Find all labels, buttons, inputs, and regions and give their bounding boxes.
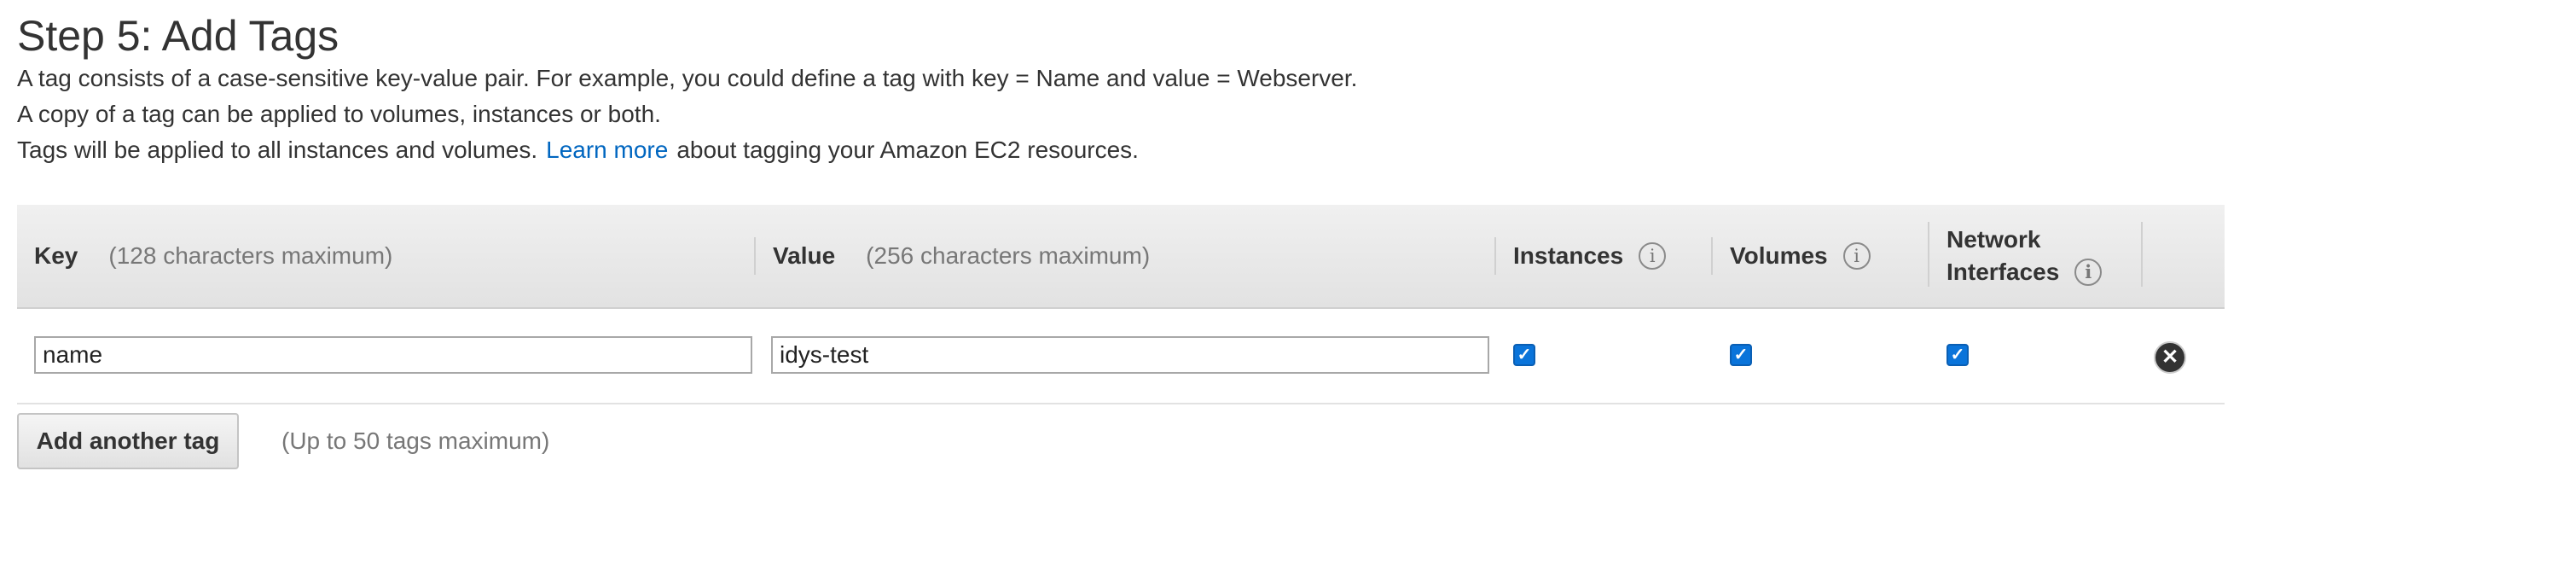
instances-header-label: Instances — [1513, 242, 1624, 269]
instances-checkbox[interactable]: ✓ — [1513, 344, 1535, 366]
check-icon: ✓ — [1950, 346, 1965, 364]
tag-limit-hint: (Up to 50 tags maximum) — [281, 428, 550, 454]
value-header-label: Value — [773, 242, 836, 269]
network-header-line-1: Network — [1947, 226, 2041, 253]
description-line-3: Tags will be applied to all instances an… — [17, 135, 1139, 166]
value-header-hint: (256 characters maximum) — [866, 242, 1151, 269]
header-divider — [754, 237, 756, 275]
description-line-2: A copy of a tag can be applied to volume… — [17, 101, 661, 127]
description-line-3-start: Tags will be applied to all instances an… — [17, 137, 538, 163]
network-header-line-2: Interfaces i — [1947, 256, 2103, 288]
key-column-header: Key (128 characters maximum) — [34, 205, 392, 307]
network-interfaces-column-header: Network Interfaces i — [1947, 205, 2103, 307]
tag-value-input[interactable] — [771, 336, 1489, 374]
volumes-checkbox[interactable]: ✓ — [1730, 344, 1752, 366]
info-icon[interactable]: i — [2074, 259, 2103, 286]
volumes-header-label: Volumes — [1730, 242, 1828, 269]
description-line-3-end: about tagging your Amazon EC2 resources. — [676, 137, 1139, 163]
value-column-header: Value (256 characters maximum) — [773, 205, 1150, 307]
header-divider — [1711, 237, 1713, 275]
header-divider — [1494, 237, 1496, 275]
network-interfaces-checkbox[interactable]: ✓ — [1947, 344, 1969, 366]
key-header-label: Key — [34, 242, 78, 269]
add-another-tag-button[interactable]: Add another tag — [17, 413, 239, 469]
table-row: ✓ ✓ ✓ ✕ — [17, 309, 2225, 404]
instances-column-header: Instances i — [1513, 205, 1667, 307]
add-tags-page: Step 5: Add Tags A tag consists of a cas… — [0, 0, 2576, 570]
volumes-column-header: Volumes i — [1730, 205, 1871, 307]
header-divider — [2141, 222, 2143, 287]
network-header-line-2-text: Interfaces — [1947, 259, 2060, 285]
page-title: Step 5: Add Tags — [17, 12, 339, 60]
tags-table: Key (128 characters maximum) Value (256 … — [17, 205, 2225, 404]
learn-more-link[interactable]: Learn more — [546, 137, 668, 163]
network-interfaces-header-label: Network Interfaces i — [1947, 224, 2103, 288]
header-divider — [1928, 222, 1929, 287]
remove-tag-button[interactable]: ✕ — [2154, 341, 2186, 374]
close-circle-icon: ✕ — [2161, 346, 2179, 369]
check-icon: ✓ — [1517, 346, 1532, 364]
info-icon[interactable]: i — [1842, 242, 1871, 270]
key-header-hint: (128 characters maximum) — [108, 242, 393, 269]
info-icon[interactable]: i — [1639, 242, 1667, 270]
tags-table-header: Key (128 characters maximum) Value (256 … — [17, 205, 2225, 309]
tag-key-input[interactable] — [34, 336, 752, 374]
description-line-1: A tag consists of a case-sensitive key-v… — [17, 65, 1358, 91]
check-icon: ✓ — [1733, 346, 1749, 364]
